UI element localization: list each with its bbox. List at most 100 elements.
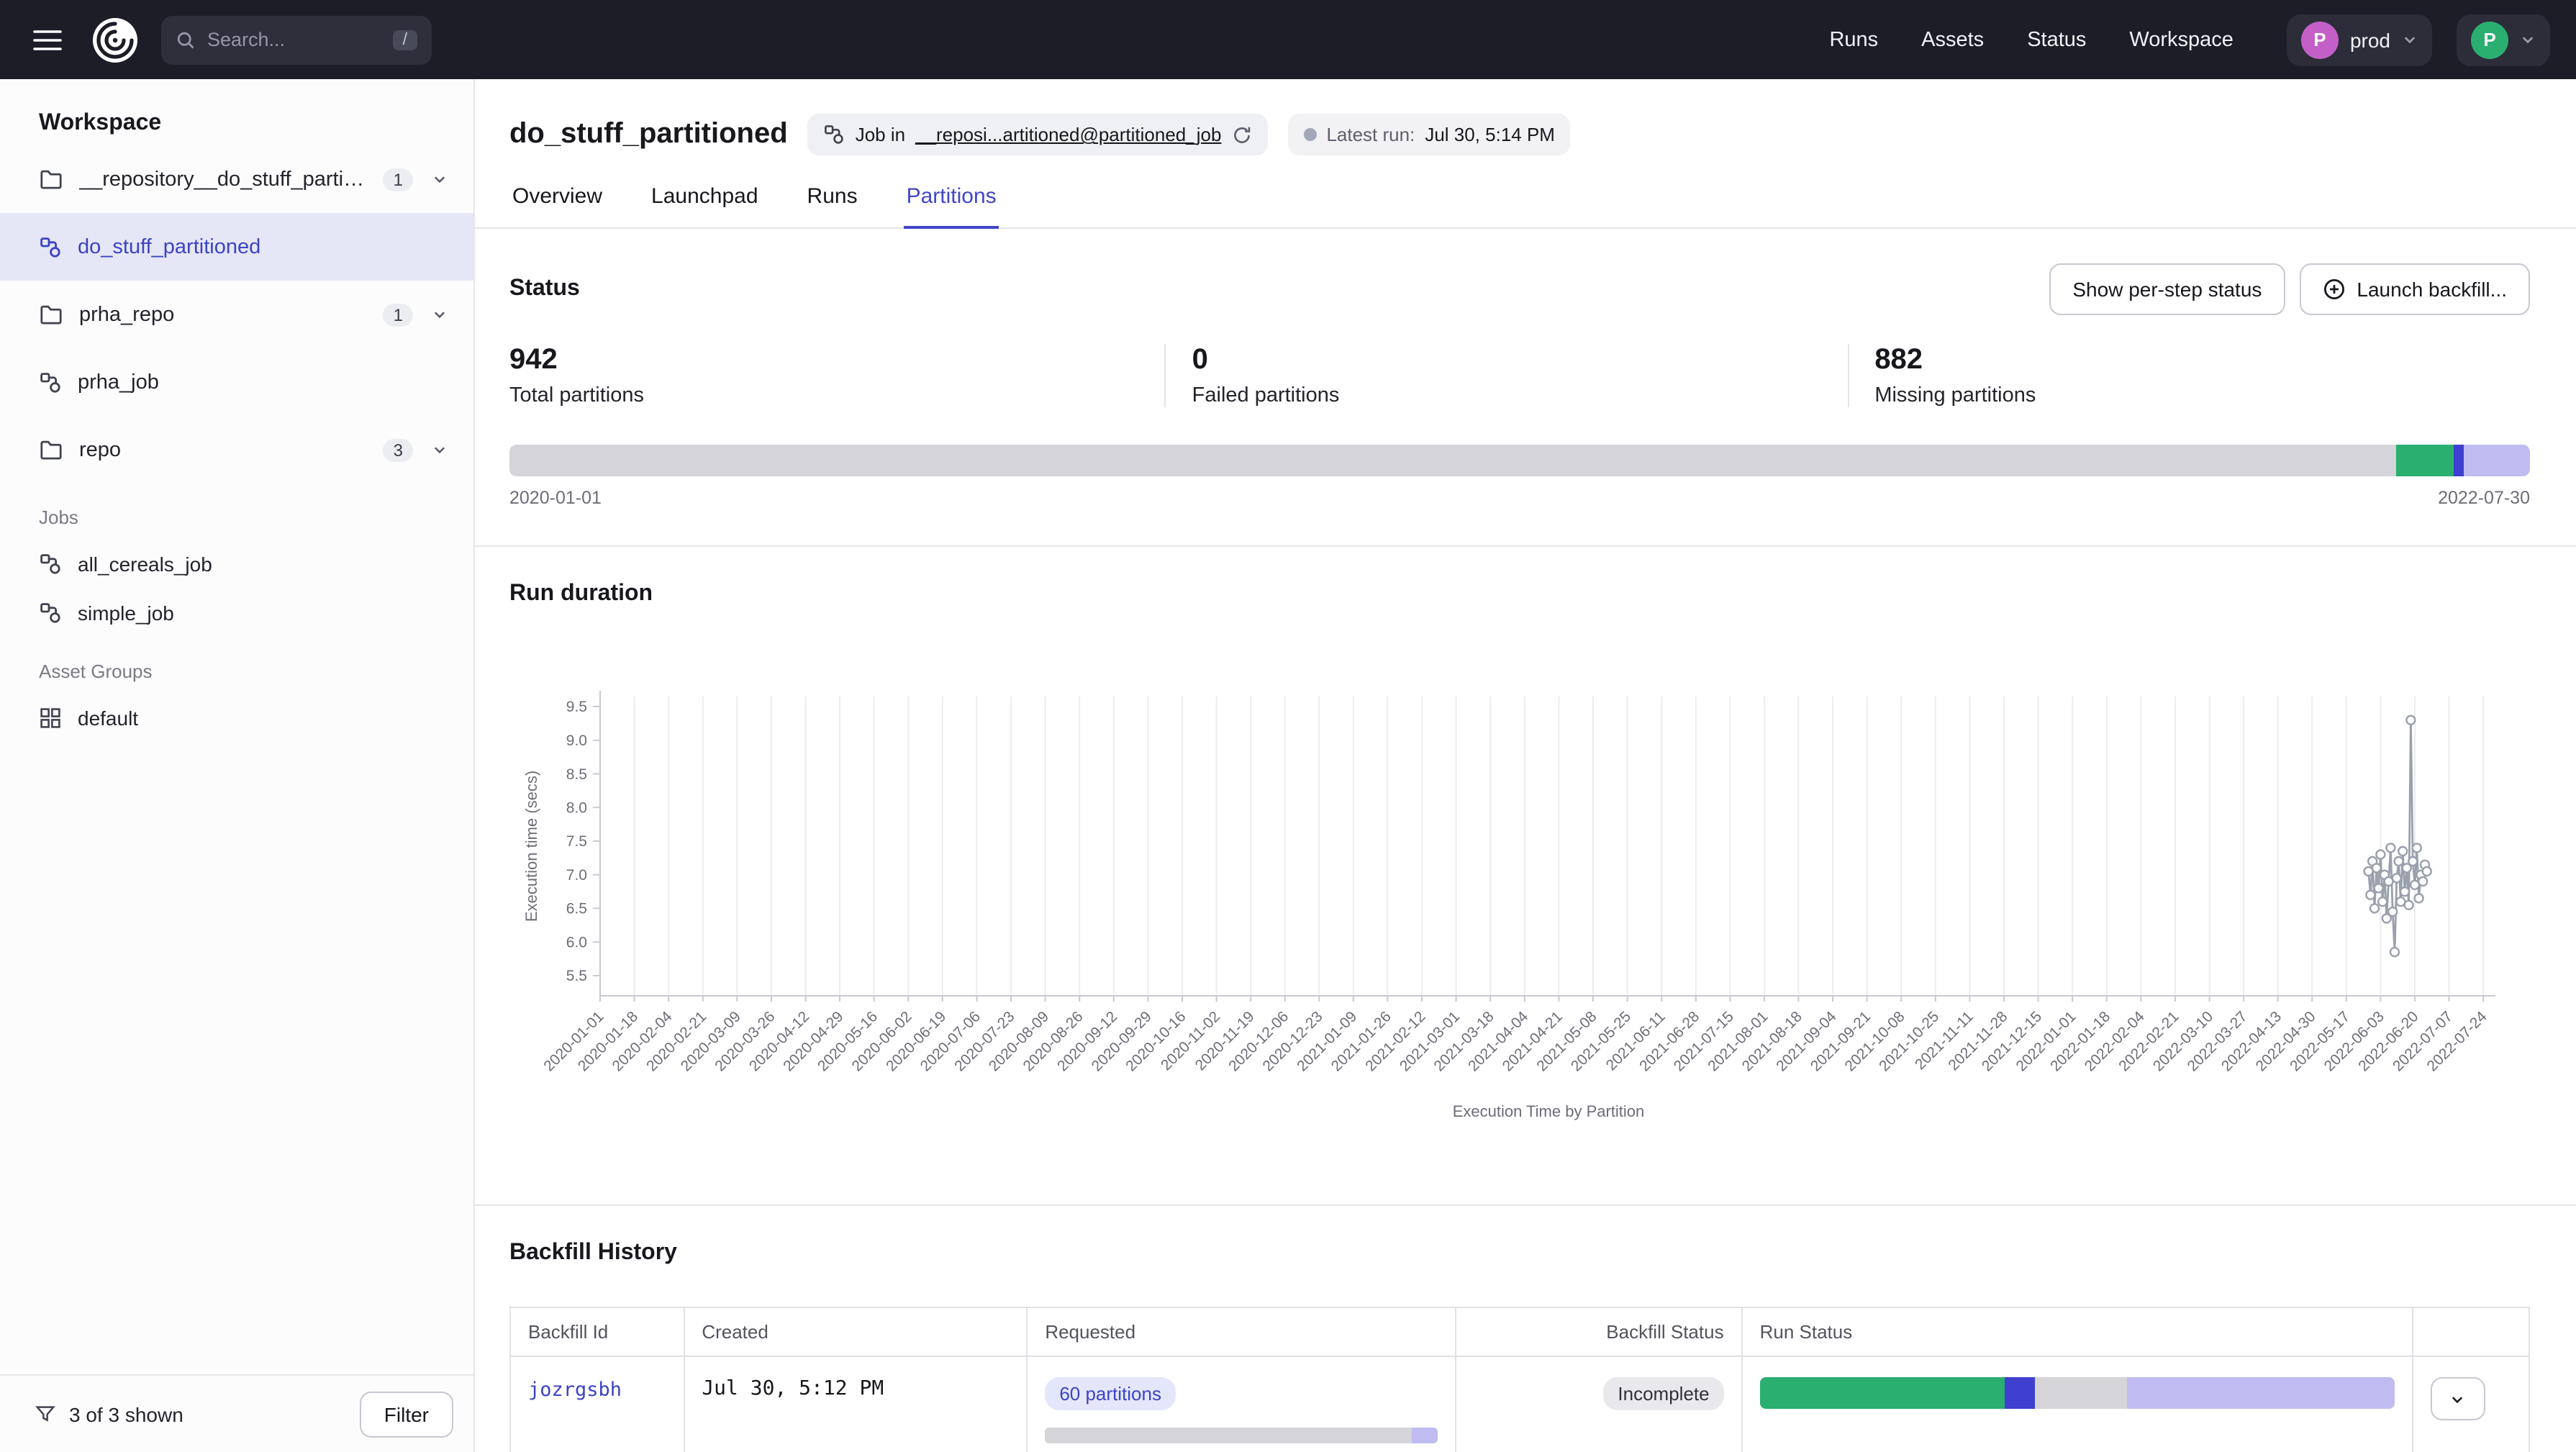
launch-backfill-label: Launch backfill... (2357, 278, 2507, 301)
sidebar-item-simple-job[interactable]: simple_job (0, 589, 473, 637)
run-status-bar[interactable] (1760, 1377, 2395, 1409)
main-content: do_stuff_partitioned Job in __reposi...a… (475, 79, 2576, 1452)
job-icon (39, 235, 62, 258)
run-status-segment (2004, 1377, 2034, 1409)
backfill-created-cell: Jul 30, 5:12 PM (684, 1356, 1027, 1452)
partition-segment-in-progress (2453, 445, 2463, 476)
column-header-run-status: Run Status (1742, 1307, 2413, 1356)
row-expand-button[interactable] (2430, 1377, 2485, 1420)
backfill-history-section: Backfill History Backfill IdCreatedReque… (475, 1206, 2576, 1452)
run-duration-chart[interactable]: 5.56.06.57.07.58.08.59.09.52020-01-01202… (509, 676, 2530, 1141)
count-badge: 1 (384, 303, 413, 326)
svg-text:9.0: 9.0 (566, 732, 587, 749)
run-status-cell (1742, 1356, 2413, 1452)
folder-icon (39, 437, 63, 462)
menu-button[interactable] (26, 18, 69, 61)
page-header: do_stuff_partitioned Job in __reposi...a… (475, 79, 2576, 155)
chevron-down-icon[interactable] (432, 171, 448, 187)
partition-date-range: 2020-01-01 2022-07-30 (509, 488, 2530, 508)
backfill-history-heading: Backfill History (509, 1240, 2530, 1266)
job-icon (39, 553, 62, 576)
sidebar-item-repo[interactable]: repo3 (0, 416, 473, 484)
sidebar-item-all-cereals-job[interactable]: all_cereals_job (0, 540, 473, 589)
svg-text:8.5: 8.5 (566, 766, 587, 783)
nav-link-runs[interactable]: Runs (1829, 28, 1878, 51)
sidebar-item-do-stuff-partitioned[interactable]: do_stuff_partitioned (0, 213, 473, 281)
svg-text:7.5: 7.5 (566, 833, 587, 850)
backfill-id-link[interactable]: jozrgsbh (528, 1379, 622, 1402)
partition-status-bar[interactable] (509, 445, 2530, 476)
stat-label: Total partitions (509, 384, 1165, 407)
filter-button[interactable]: Filter (360, 1391, 453, 1437)
partition-segment-success (2397, 445, 2454, 476)
tab-launchpad[interactable]: Launchpad (648, 184, 761, 227)
tab-overview[interactable]: Overview (509, 184, 605, 227)
sidebar-item-default[interactable]: default (0, 694, 473, 743)
sidebar-item-label: prha_job (78, 371, 448, 394)
workspace-sidebar: Workspace __repository__do_stuff_partiti… (0, 79, 475, 1452)
tab-runs[interactable]: Runs (804, 184, 861, 227)
count-badge: 1 (384, 168, 413, 191)
sidebar-item-prha-repo[interactable]: prha_repo 1 (0, 281, 473, 348)
job-badge-link[interactable]: __reposi...artitioned@partitioned_job (915, 124, 1221, 145)
tab-partitions[interactable]: Partitions (904, 184, 999, 227)
job-location-badge: Job in __reposi...artitioned@partitioned… (808, 114, 1268, 155)
sidebar-list: __repository__do_stuff_partitio...1 do_st… (0, 145, 473, 743)
sidebar-section-jobs: Jobs (0, 484, 473, 540)
run-status-segment (2034, 1377, 2128, 1409)
chevron-down-icon (2402, 32, 2418, 47)
stat-value: 882 (1874, 344, 2530, 377)
chevron-down-icon (2520, 32, 2536, 47)
backfill-table: Backfill IdCreatedRequestedBackfill Stat… (509, 1307, 2530, 1452)
status-heading: Status (509, 276, 580, 302)
status-section: Status Show per-step status Launch backf… (475, 229, 2576, 508)
latest-run-label: Latest run: (1326, 124, 1415, 145)
sidebar-title: Workspace (0, 79, 473, 145)
partition-segment-queued (2463, 445, 2530, 476)
sidebar-item-label: repo (79, 438, 368, 461)
chevron-down-icon (2449, 1391, 2465, 1407)
dagster-logo[interactable] (88, 12, 142, 67)
search-input[interactable] (207, 29, 381, 50)
sidebar-item-prha-job[interactable]: prha_job (0, 348, 473, 416)
stat-value: 942 (509, 344, 1165, 377)
chevron-down-icon[interactable] (432, 442, 448, 458)
svg-text:8.0: 8.0 (566, 799, 587, 816)
nav-link-workspace[interactable]: Workspace (2129, 28, 2233, 51)
user-avatar: P (2471, 21, 2508, 58)
deployment-switcher[interactable]: P prod (2287, 14, 2432, 65)
deployment-label: prod (2350, 28, 2390, 51)
user-menu[interactable]: P (2457, 14, 2550, 65)
refresh-icon[interactable] (1231, 124, 1251, 145)
chevron-down-icon[interactable] (432, 307, 448, 322)
nav-link-status[interactable]: Status (2027, 28, 2086, 51)
sidebar-item-label: prha_repo (79, 303, 368, 326)
stat-label: Failed partitions (1192, 384, 1848, 407)
app-root: / Runs Assets Status Workspace P prod P Wor… (0, 0, 2576, 1452)
latest-run-time-link[interactable]: Jul 30, 5:14 PM (1425, 124, 1555, 145)
stat-label: Missing partitions (1874, 384, 2530, 407)
sidebar-item-label: do_stuff_partitioned (78, 235, 448, 258)
top-nav: Runs Assets Status Workspace (1829, 28, 2233, 51)
row-menu-cell (2412, 1356, 2529, 1452)
partition-stats: 942Total partitions0Failed partitions882… (509, 344, 2530, 407)
launch-backfill-button[interactable]: Launch backfill... (2299, 263, 2530, 315)
show-per-step-status-button[interactable]: Show per-step status (2049, 263, 2285, 315)
requested-partitions-badge[interactable]: 60 partitions (1045, 1377, 1176, 1410)
sidebar-item-repository-do-stuff-partitio[interactable]: __repository__do_stuff_partitio...1 (0, 145, 473, 213)
backfill-id-cell: jozrgsbh (510, 1356, 684, 1452)
stat-missing-partitions: 882 Missing partitions (1847, 344, 2530, 407)
search-box[interactable]: / (161, 15, 432, 64)
nav-link-assets[interactable]: Assets (1921, 28, 1984, 51)
backfill-row: jozrgsbh Jul 30, 5:12 PM60 partitions2020… (510, 1356, 2529, 1452)
job-badge-prefix: Job in (856, 124, 905, 145)
backfill-requested-cell: 60 partitions2020-01-012022-07-30 (1027, 1356, 1455, 1452)
search-shortcut-badge: / (393, 30, 417, 50)
partition-range-end: 2022-07-30 (2438, 488, 2530, 508)
column-header-created: Created (684, 1307, 1027, 1356)
plus-circle-icon (2322, 278, 2345, 301)
folder-icon (39, 302, 63, 327)
folder-icon (39, 167, 63, 191)
svg-text:6.0: 6.0 (566, 934, 587, 950)
tab-bar: Overview Launchpad Runs Partitions (475, 184, 2576, 229)
